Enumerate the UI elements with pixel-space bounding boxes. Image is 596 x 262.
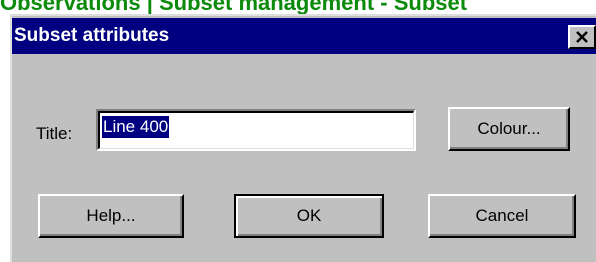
- close-icon: [576, 31, 588, 43]
- title-input-inner: Line 400: [98, 111, 414, 149]
- title-input[interactable]: Line 400: [96, 109, 416, 151]
- document-heading: Observations | Subset management - Subse…: [0, 0, 468, 15]
- page: Observations | Subset management - Subse…: [0, 0, 596, 262]
- dialog-titlebar[interactable]: Subset attributes: [12, 18, 596, 54]
- colour-button[interactable]: Colour...: [448, 107, 570, 151]
- ok-button[interactable]: OK: [234, 194, 384, 238]
- subset-attributes-dialog: Subset attributes Title: Line 400 Colour…: [10, 14, 596, 262]
- cancel-button[interactable]: Cancel: [428, 194, 576, 238]
- title-label: Title:: [36, 124, 73, 143]
- close-button[interactable]: [568, 25, 596, 49]
- dialog-title: Subset attributes: [14, 25, 170, 46]
- help-button[interactable]: Help...: [38, 194, 184, 238]
- title-input-value: Line 400: [102, 116, 170, 138]
